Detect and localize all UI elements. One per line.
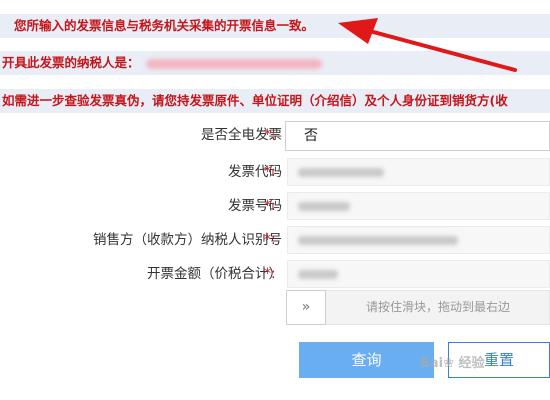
query-button[interactable]: 查询 bbox=[299, 342, 434, 378]
double-chevron-right-icon: » bbox=[301, 299, 311, 315]
invoice-code-redacted bbox=[298, 168, 384, 177]
required-mark: *: bbox=[264, 198, 276, 214]
red-arrow-icon bbox=[338, 18, 517, 72]
label-seller-tax-id: 销售方（收款方）纳税人识别号 bbox=[93, 232, 282, 248]
row-invoice-code: 发票代码 *: bbox=[0, 158, 550, 186]
seller-tax-id-redacted bbox=[298, 236, 458, 245]
verify-hint-text: 如需进一步查验发票真伪，请您持发票原件、单位证明（介绍信）及个人身份证到销货方(… bbox=[2, 93, 508, 108]
issuer-name-redacted bbox=[145, 58, 322, 69]
required-mark: *: bbox=[264, 164, 276, 180]
row-seller-tax-id: 销售方（收款方）纳税人识别号 *: bbox=[0, 226, 550, 254]
required-mark: *: bbox=[264, 127, 276, 143]
invoice-amount-field[interactable] bbox=[287, 260, 550, 288]
fully-digital-invoice-select[interactable]: 否 bbox=[285, 121, 550, 151]
result-message-text: 您所输入的发票信息与税务机关采集的开票信息一致。 bbox=[14, 18, 315, 33]
invoice-amount-redacted bbox=[298, 270, 338, 279]
label-invoice-amount: 开票金额（价税合计） bbox=[147, 266, 282, 282]
invoice-number-redacted bbox=[298, 202, 350, 211]
required-mark: *: bbox=[264, 232, 276, 248]
seller-tax-id-field[interactable] bbox=[287, 226, 550, 254]
slide-verification: » 请按住滑块，拖动到最右边 bbox=[286, 290, 550, 325]
fully-digital-invoice-value: 否 bbox=[304, 128, 318, 144]
verify-hint: 如需进一步查验发票真伪，请您持发票原件、单位证明（介绍信）及个人身份证到销货方(… bbox=[0, 89, 550, 113]
issuer-label: 开具此发票的纳税人是： bbox=[2, 55, 140, 70]
row-invoice-amount: 开票金额（价税合计） *: bbox=[0, 260, 550, 288]
row-fully-digital-invoice: 是否全电发票 *: 否 bbox=[0, 121, 550, 151]
slider-hint: 请按住滑块，拖动到最右边 bbox=[365, 300, 510, 314]
slider-handle[interactable]: » bbox=[286, 290, 326, 325]
watermark: Bai❀ 经验 bbox=[420, 356, 485, 371]
invoice-code-field[interactable] bbox=[287, 158, 550, 186]
invoice-number-field[interactable] bbox=[287, 192, 550, 220]
required-mark: *: bbox=[264, 266, 276, 282]
row-invoice-number: 发票号码 *: bbox=[0, 192, 550, 220]
